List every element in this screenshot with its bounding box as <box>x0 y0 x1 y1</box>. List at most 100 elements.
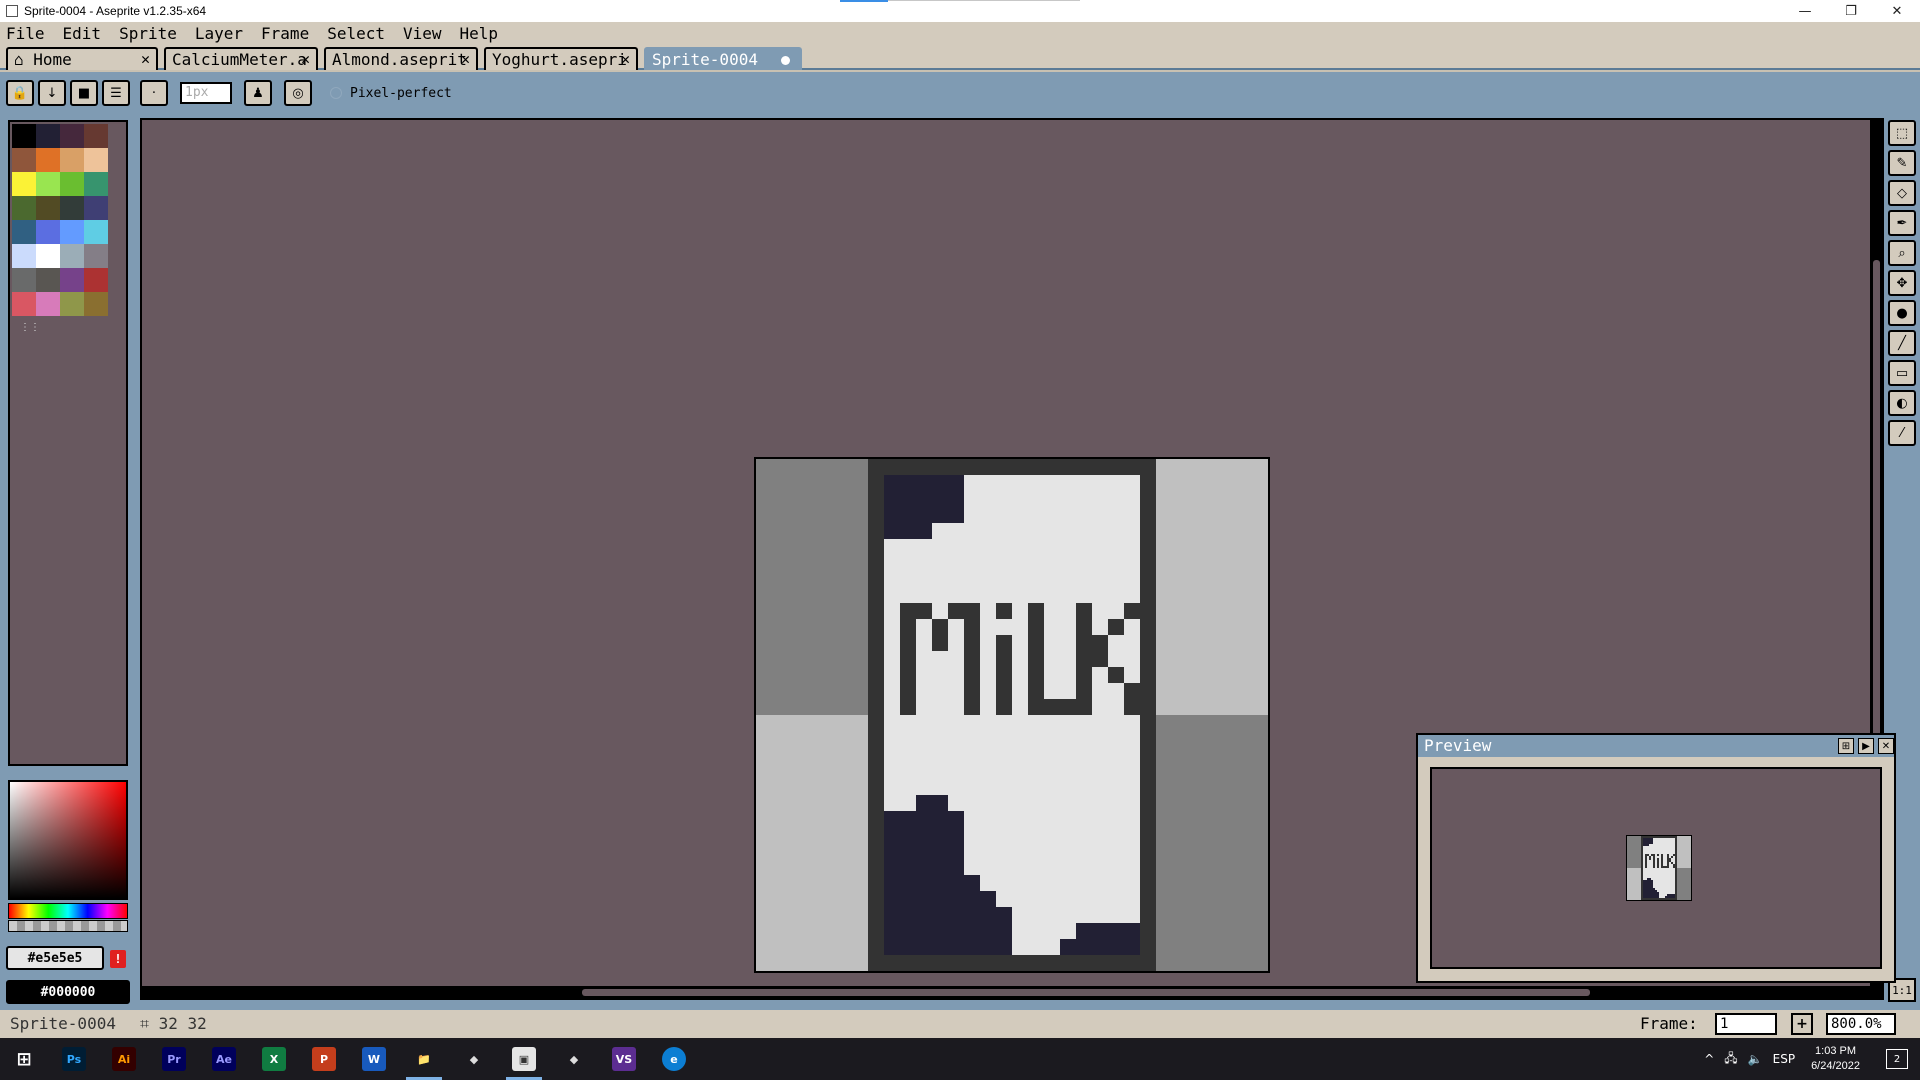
palette-swatch[interactable] <box>60 148 84 172</box>
palette-swatch[interactable] <box>84 220 108 244</box>
palette-swatch[interactable] <box>60 124 84 148</box>
palette-swatch[interactable] <box>36 148 60 172</box>
palette-swatch[interactable] <box>60 244 84 268</box>
horizontal-scroll-thumb[interactable] <box>582 989 1590 996</box>
menu-layer[interactable]: Layer <box>195 24 243 43</box>
palette-swatch[interactable] <box>36 268 60 292</box>
photoshop-icon[interactable]: Ps <box>62 1047 86 1071</box>
tab-sprite-0004[interactable]: Sprite-0004 <box>644 47 802 70</box>
menu-help[interactable]: Help <box>460 24 499 43</box>
clock[interactable]: 1:03 PM 6/24/2022 <box>1811 1044 1860 1074</box>
sprite-canvas[interactable] <box>754 457 1270 973</box>
palette-swatch[interactable] <box>12 148 36 172</box>
visual-studio-icon[interactable]: VS <box>612 1047 636 1071</box>
pencil-icon[interactable]: ✎ <box>1888 150 1916 176</box>
menu-select[interactable]: Select <box>327 24 385 43</box>
add-frame-button[interactable]: + <box>1791 1013 1813 1035</box>
palette-swatch[interactable] <box>60 172 84 196</box>
play-icon[interactable]: ▶ <box>1858 738 1874 754</box>
eyedropper-icon[interactable]: ✒ <box>1888 210 1916 236</box>
tab-yoghurt[interactable]: Yoghurt.asepri ✕ <box>484 47 638 70</box>
palette-swatch[interactable] <box>84 148 108 172</box>
menu-edit[interactable]: Edit <box>63 24 102 43</box>
palette-swatch[interactable] <box>36 196 60 220</box>
pixel-perfect-checkbox[interactable] <box>330 87 342 99</box>
palette-swatch[interactable] <box>84 244 108 268</box>
palette-swatch[interactable] <box>36 220 60 244</box>
edge-icon[interactable]: e <box>662 1047 686 1071</box>
notifications-button[interactable]: 2 <box>1886 1049 1908 1069</box>
close-icon[interactable]: ✕ <box>1878 738 1894 754</box>
palette-swatch[interactable] <box>84 124 108 148</box>
after-effects-icon[interactable]: Ae <box>212 1047 236 1071</box>
powerpoint-icon[interactable]: P <box>312 1047 336 1071</box>
palette-swatch[interactable] <box>84 172 108 196</box>
aseprite-icon[interactable]: ▣ <box>512 1047 536 1071</box>
ink-icon[interactable]: ♟ <box>244 80 272 106</box>
palette-swatch[interactable] <box>12 292 36 316</box>
frame-input[interactable]: 1 <box>1715 1013 1777 1035</box>
pin-icon[interactable]: ⊞ <box>1838 738 1854 754</box>
close-window-button[interactable]: ✕ <box>1874 0 1920 22</box>
unity-icon[interactable]: ◆ <box>462 1047 486 1071</box>
maximize-button[interactable]: ❐ <box>1828 0 1874 22</box>
palette-swatch[interactable] <box>60 292 84 316</box>
palette-swatch[interactable] <box>36 172 60 196</box>
palette-swatch[interactable] <box>36 244 60 268</box>
palette-swatch[interactable] <box>60 196 84 220</box>
palette-swatch[interactable] <box>12 124 36 148</box>
foreground-color-button[interactable]: #e5e5e5 <box>6 946 104 970</box>
hue-slider[interactable] <box>8 903 128 919</box>
tab-calciummeter[interactable]: CalciumMeter.a ✕ <box>164 47 318 70</box>
minimize-button[interactable]: — <box>1782 0 1828 22</box>
marquee-icon[interactable]: ⬚ <box>1888 120 1916 146</box>
chevron-up-icon[interactable]: ^ <box>1704 1052 1714 1066</box>
symmetry-icon[interactable]: ◎ <box>284 80 312 106</box>
eraser-icon[interactable]: ◇ <box>1888 180 1916 206</box>
menu-view[interactable]: View <box>403 24 442 43</box>
paint-bucket-icon[interactable]: ● <box>1888 300 1916 326</box>
palette-swatch[interactable] <box>84 292 108 316</box>
blur-icon[interactable]: ⁄ <box>1888 420 1916 446</box>
arrow-down-icon[interactable]: ↓ <box>38 80 66 106</box>
line-icon[interactable]: ╱ <box>1888 330 1916 356</box>
alpha-slider[interactable] <box>8 920 128 932</box>
zoom-icon[interactable]: ⌕ <box>1888 240 1916 266</box>
close-icon[interactable]: ✕ <box>141 50 150 68</box>
palette-swatch[interactable] <box>84 196 108 220</box>
menu-frame[interactable]: Frame <box>261 24 309 43</box>
square-brush-icon[interactable]: ■ <box>70 80 98 106</box>
premiere-icon[interactable]: Pr <box>162 1047 186 1071</box>
volume-icon[interactable]: 🔈 <box>1748 1052 1763 1066</box>
brush-dot-icon[interactable]: · <box>140 80 168 106</box>
lock-icon[interactable]: 🔒 <box>6 80 34 106</box>
palette-swatch[interactable] <box>12 244 36 268</box>
palette-swatch[interactable] <box>12 172 36 196</box>
brush-size-input[interactable]: 1px <box>180 82 232 104</box>
palette-grip-icon[interactable]: ⋮⋮ <box>20 322 40 333</box>
tab-almond[interactable]: Almond.aseprit ✕ <box>324 47 478 70</box>
close-icon[interactable]: ✕ <box>461 50 470 68</box>
move-icon[interactable]: ✥ <box>1888 270 1916 296</box>
unity-hub-icon[interactable]: ◆ <box>562 1047 586 1071</box>
language-indicator[interactable]: ESP <box>1773 1052 1795 1066</box>
file-explorer-icon[interactable]: 📁 <box>412 1047 436 1071</box>
menu-lines-icon[interactable]: ☰ <box>102 80 130 106</box>
warning-icon[interactable]: ! <box>110 950 126 968</box>
palette-swatch[interactable] <box>12 268 36 292</box>
palette-swatch[interactable] <box>84 268 108 292</box>
palette-swatch[interactable] <box>36 124 60 148</box>
menu-file[interactable]: File <box>6 24 45 43</box>
palette-swatch[interactable] <box>60 220 84 244</box>
contour-icon[interactable]: ◐ <box>1888 390 1916 416</box>
palette-swatch[interactable] <box>36 292 60 316</box>
preview-window[interactable]: Preview ⊞ ▶ ✕ <box>1416 733 1896 983</box>
palette-swatch[interactable] <box>12 196 36 220</box>
rectangle-icon[interactable]: ▭ <box>1888 360 1916 386</box>
palette-swatch[interactable] <box>60 268 84 292</box>
close-icon[interactable]: ✕ <box>621 50 630 68</box>
word-icon[interactable]: W <box>362 1047 386 1071</box>
windows-start-icon[interactable]: ⊞ <box>12 1047 36 1071</box>
tab-home[interactable]: ⌂ Home ✕ <box>6 47 158 70</box>
illustrator-icon[interactable]: Ai <box>112 1047 136 1071</box>
